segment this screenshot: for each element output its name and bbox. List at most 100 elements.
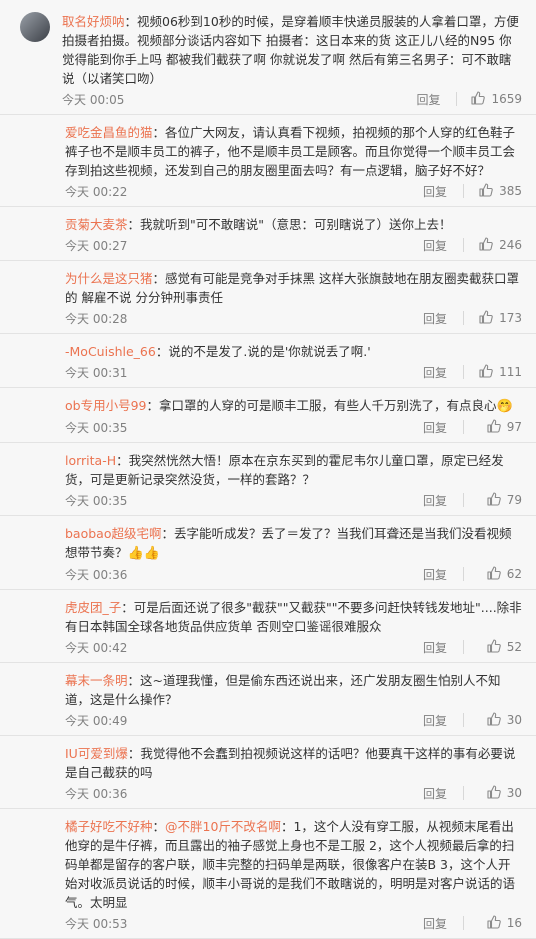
reply-button[interactable]: 回复 — [423, 785, 463, 802]
divider — [463, 311, 464, 325]
comment-separator: ： — [152, 125, 166, 140]
comment-meta: 今天 00:22 回复 385 — [65, 180, 522, 202]
comment-meta: 今天 00:49 回复 30 — [65, 709, 522, 731]
like-count: 97 — [506, 420, 522, 434]
comment-item: ob专用小号99：拿口罩的人穿的可是顺丰工服，有些人千万别洗了，有点良心🤭 今天… — [0, 388, 536, 443]
comment-body: 爱吃金昌鱼的猫：各位广大网友，请认真看下视频，拍视频的那个人穿的红色鞋子裤子也不… — [65, 123, 522, 180]
comment-meta: 今天 00:42 回复 52 — [65, 636, 522, 658]
reply-button[interactable]: 回复 — [423, 566, 463, 583]
comment-item: IU可爱到爆：我觉得他不会蠢到拍视频说这样的话吧？他要真干这样的事有必要说是自己… — [0, 736, 536, 809]
divider — [463, 238, 464, 252]
comment-text: 我就听到"可不敢瞎说"（意思：可别瞎说了）送你上去！ — [140, 217, 452, 232]
like-button[interactable]: 246 — [478, 236, 522, 254]
comment-username[interactable]: -MoCuishle_66 — [65, 344, 156, 359]
comment-username[interactable]: 贡菊大麦茶 — [65, 217, 128, 232]
divider — [456, 92, 458, 106]
comment-item: 虎皮团_子：可是后面还说了很多"截获""又截获""不要多问赶快转钱发地址"...… — [0, 590, 536, 663]
like-button[interactable]: 173 — [478, 309, 522, 327]
comment-meta: 今天 00:27 回复 246 — [65, 234, 522, 256]
comment-time: 今天 00:36 — [65, 786, 128, 801]
comment-time: 今天 00:27 — [65, 238, 128, 253]
thumbs-up-icon — [487, 638, 501, 656]
divider — [463, 184, 464, 198]
like-button[interactable]: 16 — [478, 914, 522, 932]
reply-button[interactable]: 回复 — [423, 310, 463, 327]
comment-item: baobao超级宅啊：丢字能听成发？丢了＝发了？当我们耳聋还是当我们没看视频想带… — [0, 516, 536, 590]
comment-username[interactable]: 取名好烦呐 — [62, 14, 125, 29]
comment-meta: 今天 00:31 回复 111 — [65, 361, 522, 383]
like-button[interactable]: 62 — [478, 565, 522, 583]
divider — [463, 640, 464, 654]
thumbs-up-icon — [487, 711, 501, 729]
thumbs-up-icon — [479, 363, 493, 381]
comment-time: 今天 00:22 — [65, 184, 128, 199]
comment-username[interactable]: lorrita-H — [65, 453, 116, 468]
comment-username[interactable]: 幕末一条明 — [65, 673, 128, 688]
like-count: 385 — [499, 184, 522, 198]
divider — [463, 420, 464, 434]
like-count: 111 — [499, 365, 522, 379]
comment-separator: ： — [152, 271, 166, 286]
comment-text: 拿口罩的人穿的可是顺丰工服，有些人千万别洗了，有点良心 — [159, 398, 497, 413]
divider — [463, 786, 464, 800]
comment-username[interactable]: 为什么是这只猪 — [65, 271, 153, 286]
reply-button[interactable]: 回复 — [423, 419, 463, 436]
reply-button[interactable]: 回复 — [423, 915, 463, 932]
like-button[interactable]: 1659 — [471, 90, 522, 108]
comment-body: -MoCuishle_66：说的不是发了.说的是'你就说丢了啊.' — [65, 342, 522, 361]
comment-separator: ： — [155, 344, 169, 359]
comment-username[interactable]: ob专用小号99 — [65, 398, 147, 413]
comment-username[interactable]: 爱吃金昌鱼的猫 — [65, 125, 153, 140]
comment-item: 爱吃金昌鱼的猫：各位广大网友，请认真看下视频，拍视频的那个人穿的红色鞋子裤子也不… — [0, 115, 536, 207]
comment-time: 今天 00:42 — [65, 640, 128, 655]
comment-username[interactable]: IU可爱到爆 — [65, 746, 128, 761]
avatar[interactable] — [20, 12, 50, 42]
like-count: 62 — [506, 567, 522, 581]
comment-text: 说的不是发了.说的是'你就说丢了啊.' — [168, 344, 371, 359]
comment-separator: ： — [127, 217, 141, 232]
comment-text: 可是后面还说了很多"截获""又截获""不要多问赶快转钱发地址"....除非有日本… — [65, 600, 522, 634]
comment-feed: 取名好烦呐：视频06秒到10秒的时候，是穿着顺丰快递员服装的人拿着口罩，方便拍摄… — [0, 0, 536, 939]
thumbs-up-icon — [479, 236, 493, 254]
divider — [463, 567, 464, 581]
divider — [463, 365, 464, 379]
like-button[interactable]: 30 — [478, 784, 522, 802]
thumbs-up-emoji-icon: 👍👍 — [127, 546, 160, 561]
like-count: 30 — [506, 786, 522, 800]
like-button[interactable]: 385 — [478, 182, 522, 200]
reply-button[interactable]: 回复 — [423, 364, 463, 381]
reply-button[interactable]: 回复 — [423, 237, 463, 254]
like-button[interactable]: 97 — [478, 418, 522, 436]
comment-username[interactable]: baobao超级宅啊 — [65, 526, 162, 541]
comment-meta: 今天 00:35 回复 97 — [65, 416, 522, 438]
comment-body: 橘子好吃不好种：@不胖10斤不改名啊：1，这个人没有穿工服，从视频末尾看出他穿的… — [65, 817, 522, 912]
comment-body: 贡菊大麦茶：我就听到"可不敢瞎说"（意思：可别瞎说了）送你上去！ — [65, 215, 522, 234]
reply-button[interactable]: 回复 — [423, 183, 463, 200]
like-count: 16 — [506, 916, 522, 930]
thumbs-up-icon — [471, 90, 486, 108]
reply-button[interactable]: 回复 — [423, 712, 463, 729]
reply-button[interactable]: 回复 — [423, 639, 463, 656]
like-count: 79 — [506, 493, 522, 507]
comment-username[interactable]: 橘子好吃不好种 — [65, 819, 153, 834]
comment-username[interactable]: 虎皮团_子 — [65, 600, 121, 615]
comment-meta: 今天 00:28 回复 173 — [65, 307, 522, 329]
reply-button[interactable]: 回复 — [416, 91, 456, 108]
comment-item: 贡菊大麦茶：我就听到"可不敢瞎说"（意思：可别瞎说了）送你上去！ 今天 00:2… — [0, 207, 536, 261]
comment-meta: 今天 00:35 回复 79 — [65, 489, 522, 511]
comment-time: 今天 00:35 — [65, 493, 128, 508]
comment-mention[interactable]: @不胖10斤不改名啊 — [165, 819, 281, 834]
like-button[interactable]: 79 — [478, 491, 522, 509]
comment-item: 为什么是这只猪：感觉有可能是竞争对手抹黑 这样大张旗鼓地在朋友圈卖截获口罩的 解… — [0, 261, 536, 334]
comment-body: ob专用小号99：拿口罩的人穿的可是顺丰工服，有些人千万别洗了，有点良心🤭 — [65, 396, 522, 416]
comment-separator: ： — [121, 600, 134, 615]
thumbs-up-icon — [487, 418, 501, 436]
reply-button[interactable]: 回复 — [423, 492, 463, 509]
like-button[interactable]: 111 — [478, 363, 522, 381]
thumbs-up-icon — [487, 914, 501, 932]
comment-separator: ： — [127, 673, 141, 688]
like-button[interactable]: 52 — [478, 638, 522, 656]
like-count: 1659 — [491, 92, 522, 106]
comment-body: 取名好烦呐：视频06秒到10秒的时候，是穿着顺丰快递员服装的人拿着口罩，方便拍摄… — [62, 12, 522, 88]
like-button[interactable]: 30 — [478, 711, 522, 729]
